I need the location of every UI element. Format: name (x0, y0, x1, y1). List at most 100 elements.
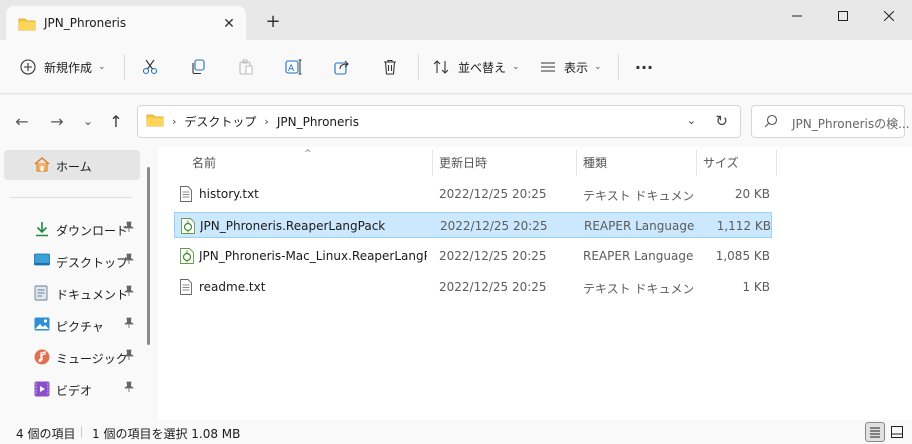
file-row-reaperlangpack[interactable]: JPN_Phroneris.ReaperLangPack 2022/12/25 … (174, 212, 772, 238)
search-input[interactable]: JPN_Phronerisの検... (751, 105, 910, 138)
sort-button[interactable]: 並べ替え ⌄ (432, 53, 520, 81)
breadcrumb-desktop[interactable]: デスクトップ (184, 113, 256, 130)
list-view-icon (541, 62, 555, 72)
back-button[interactable]: ← (10, 109, 34, 133)
tab-jpn-phroneris[interactable]: JPN_Phroneris ✕ (6, 6, 246, 40)
sidebar-item-label: ドキュメント (56, 288, 129, 302)
more-options-button[interactable]: ··· (630, 54, 658, 80)
music-icon (34, 349, 50, 368)
column-header-name[interactable]: 名前 (192, 147, 216, 177)
sidebar-item-desktop[interactable]: デスクトップ (4, 247, 140, 275)
cut-button[interactable] (136, 54, 164, 80)
column-divider[interactable] (432, 150, 433, 176)
column-divider[interactable] (576, 150, 577, 176)
sidebar-divider (10, 197, 132, 198)
rename-icon: A (285, 59, 302, 75)
address-dropdown-button[interactable]: ⌄ (687, 114, 696, 127)
file-explorer-window: JPN_Phroneris ✕ + 新規作成 ⌄ A 並べ替え ⌄ 表示 ⌄ ·… (0, 0, 912, 444)
video-icon (34, 381, 50, 400)
breadcrumb-separator: › (172, 115, 177, 128)
search-icon (764, 114, 778, 131)
maximize-icon (838, 11, 848, 21)
sidebar-item-label: ミュージック (56, 352, 128, 366)
toolbar-divider (124, 54, 125, 80)
file-size: 1,112 KB (716, 219, 771, 233)
sidebar-item-documents[interactable]: ドキュメント (4, 279, 140, 307)
status-bar: 4 個の項目 1 個の項目を選択 1.08 MB (0, 420, 912, 444)
desktop-icon (34, 253, 50, 270)
status-divider (81, 426, 82, 438)
details-view-icon (870, 427, 880, 438)
file-name: JPN_Phroneris.ReaperLangPack (200, 219, 386, 233)
sort-ascending-indicator: ^ (304, 149, 312, 159)
refresh-button[interactable]: ↻ (715, 112, 728, 130)
column-divider[interactable] (696, 150, 697, 176)
breadcrumb: › デスクトップ › JPN_Phroneris (146, 106, 359, 137)
sidebar-item-music[interactable]: ミュージック (4, 343, 140, 371)
sidebar-item-home[interactable]: ホーム (4, 150, 140, 180)
forward-button[interactable]: → (45, 109, 69, 133)
minimize-button[interactable] (774, 0, 820, 32)
file-size: 20 KB (734, 187, 770, 201)
chevron-down-icon: ⌄ (98, 62, 106, 72)
tiles-view-button[interactable] (887, 422, 907, 442)
tiles-view-icon (891, 426, 903, 438)
trash-icon (384, 59, 396, 75)
text-file-icon (180, 186, 192, 205)
pin-icon (123, 285, 135, 300)
copy-icon (192, 59, 205, 75)
folder-icon (18, 17, 36, 34)
sidebar-item-label: ピクチャ (56, 320, 104, 334)
file-date: 2022/12/25 20:25 (440, 219, 548, 233)
file-row-mac-linux-reaperlangpack[interactable]: JPN_Phroneris-Mac_Linux.ReaperLangPa... … (174, 243, 772, 269)
pin-icon (123, 317, 135, 332)
new-tab-button[interactable]: + (262, 12, 284, 34)
paste-button[interactable] (232, 54, 260, 80)
address-bar[interactable]: › デスクトップ › JPN_Phroneris ⌄ ↻ (137, 105, 741, 138)
file-row-history[interactable]: history.txt 2022/12/25 20:25 テキスト ドキュメント… (174, 181, 772, 207)
file-date: 2022/12/25 20:25 (439, 249, 547, 263)
tab-close-button[interactable]: ✕ (218, 13, 240, 35)
breadcrumb-current-folder[interactable]: JPN_Phroneris (277, 115, 359, 129)
pin-icon (123, 349, 135, 364)
breadcrumb-separator: › (264, 115, 269, 128)
sidebar-item-downloads[interactable]: ダウンロード (4, 215, 140, 243)
file-size: 1 KB (742, 280, 770, 294)
share-button[interactable] (328, 54, 356, 80)
chevron-down-icon: ⌄ (512, 62, 520, 72)
delete-button[interactable] (376, 54, 404, 80)
copy-button[interactable] (184, 54, 212, 80)
up-button[interactable]: ↑ (104, 109, 128, 133)
file-type: REAPER Language... (584, 219, 694, 233)
sidebar-item-pictures[interactable]: ピクチャ (4, 311, 140, 339)
maximize-button[interactable] (820, 0, 866, 32)
column-divider[interactable] (776, 150, 777, 176)
file-name: JPN_Phroneris-Mac_Linux.ReaperLangPa... (199, 249, 427, 263)
title-bar: JPN_Phroneris ✕ + (0, 0, 912, 40)
file-row-readme[interactable]: readme.txt 2022/12/25 20:25 テキスト ドキュメント … (174, 274, 772, 300)
view-button-label: 表示 (564, 60, 589, 75)
chevron-down-icon: ⌄ (594, 62, 602, 72)
column-header-size[interactable]: サイズ (703, 147, 739, 177)
view-button[interactable]: 表示 ⌄ (540, 53, 602, 81)
sidebar-item-videos[interactable]: ビデオ (4, 375, 140, 403)
sidebar-scrollbar[interactable] (147, 167, 150, 345)
column-header-type[interactable]: 種類 (583, 147, 607, 177)
share-icon (334, 60, 349, 75)
column-header-date[interactable]: 更新日時 (439, 147, 487, 177)
close-window-button[interactable] (866, 0, 912, 32)
folder-icon (146, 113, 164, 130)
new-button-label: 新規作成 (44, 60, 93, 75)
recent-locations-button[interactable]: ⌄ (76, 109, 100, 133)
tab-title: JPN_Phroneris (44, 16, 127, 30)
scissors-icon (142, 59, 158, 75)
command-bar: 新規作成 ⌄ A 並べ替え ⌄ 表示 ⌄ ··· (0, 40, 912, 94)
navigation-pane: ホーム ダウンロード デスクトップ ドキュメント ピクチャ ミュージック ビデオ (0, 147, 158, 420)
file-date: 2022/12/25 20:25 (439, 280, 547, 294)
details-view-button[interactable] (865, 422, 885, 442)
new-button[interactable]: 新規作成 ⌄ (20, 53, 106, 81)
rename-button[interactable]: A (280, 54, 308, 80)
file-name: readme.txt (199, 280, 266, 294)
sidebar-item-label: ビデオ (56, 384, 93, 398)
file-name: history.txt (199, 187, 259, 201)
